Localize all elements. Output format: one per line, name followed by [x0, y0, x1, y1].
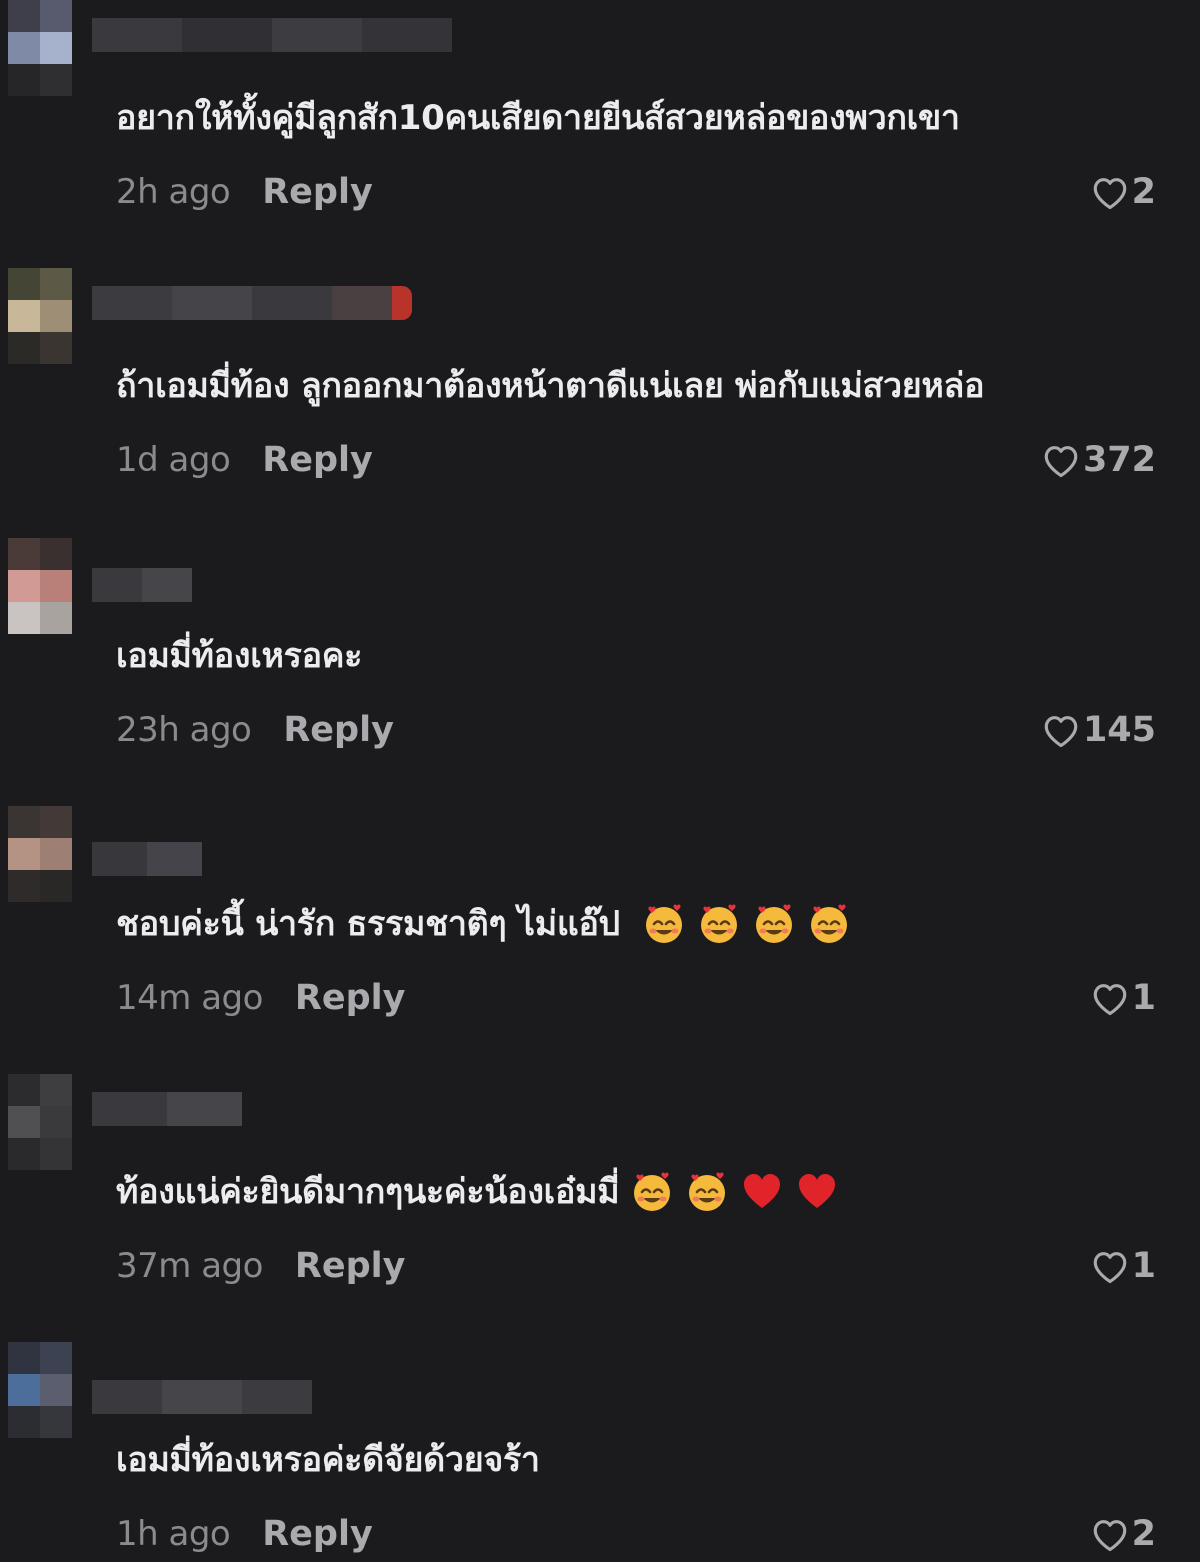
avatar[interactable]: [8, 0, 88, 96]
like-count: 1: [1131, 1246, 1156, 1286]
like-count: 145: [1082, 710, 1156, 750]
username-blurred[interactable]: [92, 18, 452, 52]
comment-text: เอมมี่ท้องเหรอค่ะดีจัยด้วยจร้า: [116, 1438, 540, 1482]
heart-outline-icon: [1093, 1520, 1126, 1552]
smiling-face-with-hearts-emoji: [642, 902, 686, 946]
comment-timestamp: 23h ago: [116, 710, 252, 750]
heart-outline-icon: [1044, 716, 1078, 748]
comment-text-body: ท้องแน่ค่ะยินดีมากๆนะค่ะน้องเอ๋มมี่: [116, 1172, 620, 1212]
comment-meta: 23h ago Reply: [116, 710, 394, 750]
smiling-face-with-hearts-emoji: [697, 902, 741, 946]
username-blurred[interactable]: [92, 1380, 312, 1414]
red-heart-emoji: [795, 1170, 839, 1214]
like-button[interactable]: 372: [1041, 440, 1156, 480]
avatar[interactable]: [8, 1074, 88, 1170]
username-blurred[interactable]: [92, 1092, 242, 1126]
smiling-face-with-hearts-emoji: [630, 1170, 674, 1214]
comment-text-body: เอมมี่ท้องเหรอคะ: [116, 636, 363, 676]
like-button[interactable]: 1: [1090, 1246, 1156, 1286]
comment-text-body: อยากให้ทั้งคู่มีลูกสัก10คนเสียดายยีนส์สว…: [116, 98, 960, 138]
comment-text: เอมมี่ท้องเหรอคะ: [116, 634, 362, 678]
like-count: 1: [1131, 978, 1156, 1018]
comment-text: ท้องแน่ค่ะยินดีมากๆนะค่ะน้องเอ๋มมี่: [116, 1170, 839, 1216]
like-button[interactable]: 1: [1090, 978, 1156, 1018]
heart-outline-icon: [1044, 446, 1078, 478]
comment-meta: 2h ago Reply: [116, 172, 373, 212]
comment-timestamp: 2h ago: [116, 172, 231, 212]
like-count: 2: [1131, 172, 1156, 212]
comment-timestamp: 14m ago: [116, 978, 263, 1018]
like-button[interactable]: 2: [1090, 172, 1156, 212]
comment-meta: 37m ago Reply: [116, 1246, 405, 1286]
red-heart-emoji: [740, 1170, 784, 1214]
avatar[interactable]: [8, 806, 88, 902]
comment-text: ถ้าเอมมี่ท้อง ลูกออกมาต้องหน้าตาดีแน่เลย…: [116, 364, 985, 408]
username-blurred[interactable]: [92, 568, 192, 602]
reply-button[interactable]: Reply: [262, 1514, 373, 1554]
reply-button[interactable]: Reply: [295, 978, 406, 1018]
comment-timestamp: 1d ago: [116, 440, 231, 480]
comment-timestamp: 37m ago: [116, 1246, 263, 1286]
comment-text-body: ชอบค่ะนี้ น่ารัก ธรรมชาติๆ ไม่แอ๊ป: [116, 904, 620, 944]
avatar[interactable]: [8, 268, 88, 364]
smiling-face-with-hearts-emoji: [685, 1170, 729, 1214]
avatar[interactable]: [8, 538, 88, 634]
comment-text-body: เอมมี่ท้องเหรอค่ะดีจัยด้วยจร้า: [116, 1440, 540, 1480]
comment-text: อยากให้ทั้งคู่มีลูกสัก10คนเสียดายยีนส์สว…: [116, 96, 960, 140]
reply-button[interactable]: Reply: [283, 710, 394, 750]
comment-timestamp: 1h ago: [116, 1514, 231, 1554]
avatar[interactable]: [8, 1342, 88, 1438]
smiling-face-with-hearts-emoji: [752, 902, 796, 946]
like-count: 2: [1131, 1514, 1156, 1554]
comment-meta: 1d ago Reply: [116, 440, 373, 480]
reply-button[interactable]: Reply: [262, 172, 373, 212]
like-count: 372: [1082, 440, 1156, 480]
username-blurred[interactable]: [92, 286, 412, 320]
reply-button[interactable]: Reply: [262, 440, 373, 480]
like-button[interactable]: 145: [1041, 710, 1156, 750]
smiling-face-with-hearts-emoji: [807, 902, 851, 946]
heart-outline-icon: [1093, 1252, 1126, 1284]
comment-meta: 1h ago Reply: [116, 1514, 373, 1554]
comment-text-body: ถ้าเอมมี่ท้อง ลูกออกมาต้องหน้าตาดีแน่เลย…: [116, 366, 985, 406]
comment-text: ชอบค่ะนี้ น่ารัก ธรรมชาติๆ ไม่แอ๊ป: [116, 902, 851, 948]
heart-outline-icon: [1093, 178, 1126, 210]
reply-button[interactable]: Reply: [295, 1246, 406, 1286]
username-blurred[interactable]: [92, 842, 202, 876]
like-button[interactable]: 2: [1090, 1514, 1156, 1554]
comment-meta: 14m ago Reply: [116, 978, 405, 1018]
heart-outline-icon: [1093, 984, 1126, 1016]
